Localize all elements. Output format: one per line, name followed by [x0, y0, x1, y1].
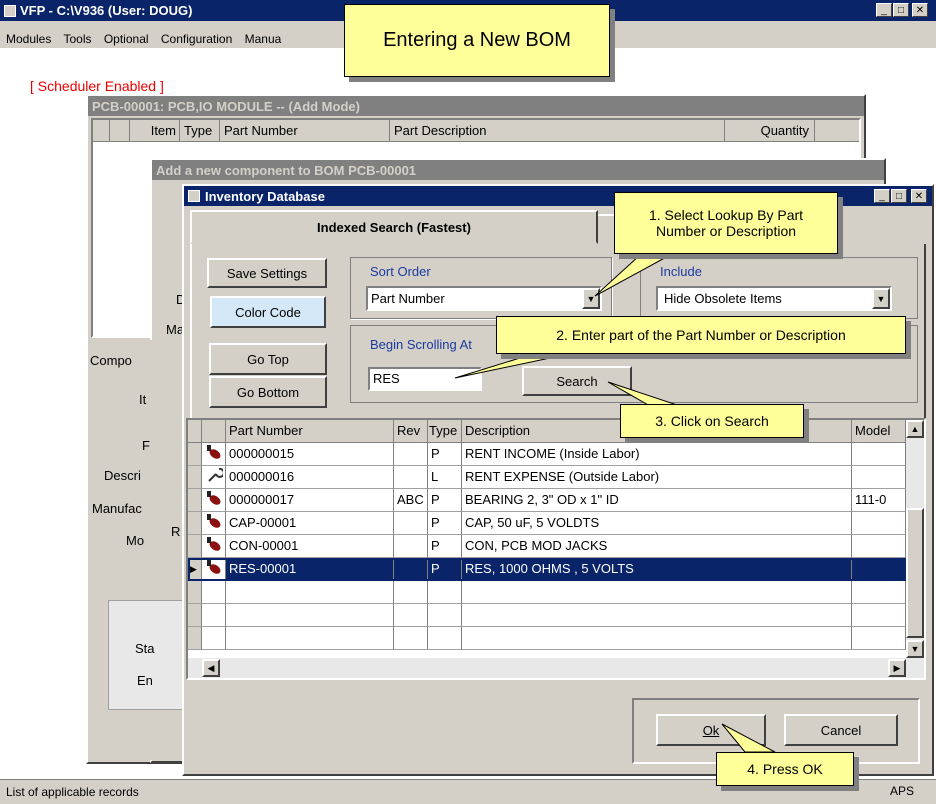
pointer-4: [721, 723, 776, 753]
callout-4: 4. Press OK: [716, 752, 854, 786]
callout-2: 2. Enter part of the Part Number or Desc…: [496, 316, 906, 354]
callout-1: 1. Select Lookup By Part Number or Descr…: [614, 192, 838, 254]
pointer-1: [594, 254, 671, 297]
banner-callout: Entering a New BOM: [344, 4, 610, 77]
callout-pointers: [454, 254, 776, 753]
callout-3: 3. Click on Search: [620, 404, 804, 438]
pointer-3: [607, 381, 681, 407]
pointer-2: [454, 357, 551, 379]
